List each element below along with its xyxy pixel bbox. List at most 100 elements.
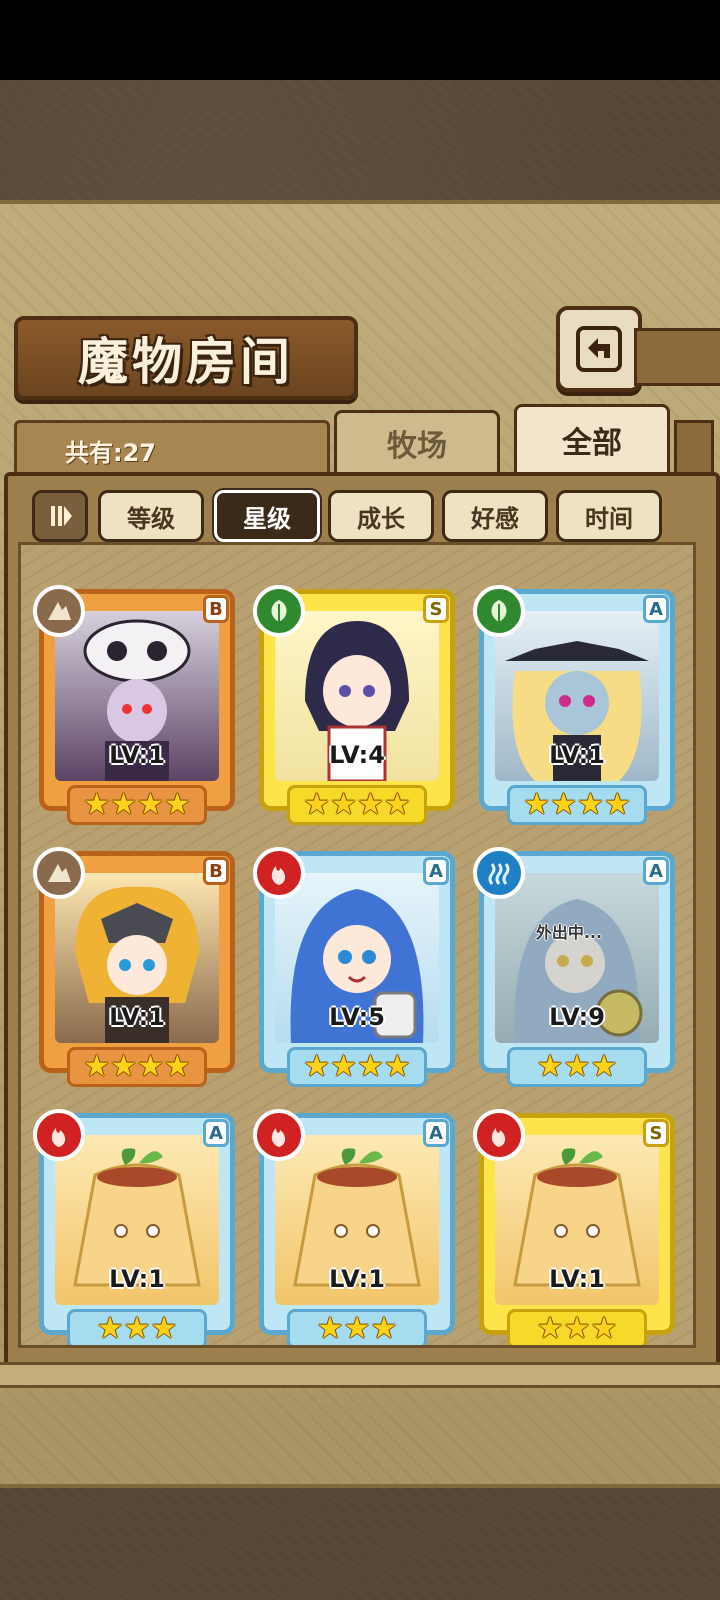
sort-favor-button[interactable]: 好感 (442, 490, 548, 542)
star-icon: ★ (83, 787, 111, 822)
star-icon: ★ (303, 787, 331, 822)
star-icon: ★ (536, 1049, 564, 1084)
star-rating: ★ ★ ★ ★ (507, 785, 647, 825)
rank-badge: A (643, 857, 669, 885)
star-icon: ★ (137, 787, 164, 822)
earth-element-icon (33, 847, 85, 899)
earth-element-icon (33, 585, 85, 637)
monster-card[interactable]: B LV:1 ★ ★ ★ ★ (33, 847, 235, 1087)
star-rating: ★ ★ ★ (287, 1309, 427, 1346)
status-bar (0, 0, 720, 80)
tab-edge (674, 420, 714, 473)
star-rating: ★ ★ ★ (67, 1309, 207, 1346)
star-rating: ★ ★ ★ (507, 1047, 647, 1087)
rank-badge: A (423, 857, 449, 885)
star-icon: ★ (383, 787, 411, 822)
leaf-element-icon (473, 585, 525, 637)
bottom-rail (0, 1362, 720, 1388)
leaf-element-icon (253, 585, 305, 637)
star-icon: ★ (357, 1049, 384, 1084)
star-icon: ★ (110, 787, 137, 822)
star-icon: ★ (137, 1049, 164, 1084)
star-icon: ★ (523, 787, 551, 822)
star-rating: ★ ★ ★ ★ (287, 785, 427, 825)
star-icon: ★ (590, 1049, 618, 1084)
monster-card[interactable]: B LV:1 ★ ★ ★ ★ (33, 585, 235, 825)
monster-card[interactable]: A LV:1 ★ ★ ★ (253, 1109, 455, 1346)
monster-level: LV:5 (329, 1003, 385, 1031)
star-icon: ★ (590, 1311, 618, 1346)
monster-card[interactable]: 外出中... A LV:9 ★ ★ ★ (473, 847, 675, 1087)
monster-level: LV:1 (329, 1265, 385, 1293)
star-icon: ★ (536, 1311, 564, 1346)
back-rail (634, 328, 720, 386)
sort-star-button[interactable]: 星级 (214, 490, 320, 542)
monster-grid: B LV:1 ★ ★ ★ ★ S LV:4 ★ ★ ★ ★ A LV:1 ★ ★… (18, 542, 696, 1348)
star-icon: ★ (96, 1311, 124, 1346)
title-plate: 魔物房间 (14, 316, 358, 400)
monster-card[interactable]: A LV:5 ★ ★ ★ ★ (253, 847, 455, 1087)
rank-badge: S (423, 595, 449, 623)
star-icon: ★ (110, 1049, 137, 1084)
star-icon: ★ (343, 1311, 371, 1346)
star-icon: ★ (563, 1311, 591, 1346)
star-icon: ★ (303, 1049, 331, 1084)
water-element-icon (473, 847, 525, 899)
star-icon: ★ (123, 1311, 151, 1346)
star-rating: ★ ★ ★ (507, 1309, 647, 1346)
back-button[interactable] (556, 306, 642, 392)
star-rating: ★ ★ ★ ★ (287, 1047, 427, 1087)
star-icon: ★ (383, 1049, 411, 1084)
monster-level: LV:4 (329, 741, 385, 769)
monster-level: LV:1 (109, 1265, 165, 1293)
tab-ranch[interactable]: 牧场 (334, 410, 500, 473)
star-icon: ★ (83, 1049, 111, 1084)
sort-bar: 等级 星级 成长 好感 时间 (30, 488, 690, 542)
star-icon: ★ (357, 787, 384, 822)
fire-element-icon (253, 847, 305, 899)
rank-badge: A (643, 595, 669, 623)
tab-all[interactable]: 全部 (514, 404, 670, 473)
fire-element-icon (33, 1109, 85, 1161)
monster-card[interactable]: S LV:1 ★ ★ ★ (473, 1109, 675, 1346)
rank-badge: B (203, 857, 229, 885)
monster-count-plate: 共有:27 (14, 420, 330, 478)
sort-level-button[interactable]: 等级 (98, 490, 204, 542)
star-icon: ★ (563, 1049, 591, 1084)
star-icon: ★ (150, 1311, 178, 1346)
rank-badge: B (203, 595, 229, 623)
tabs-row: 共有:27 牧场 全部 (10, 404, 714, 478)
rank-badge: S (643, 1119, 669, 1147)
star-icon: ★ (577, 787, 604, 822)
rank-badge: A (203, 1119, 229, 1147)
monster-level: LV:9 (549, 1003, 605, 1031)
monster-card[interactable]: S LV:4 ★ ★ ★ ★ (253, 585, 455, 825)
monster-level: LV:1 (109, 741, 165, 769)
star-rating: ★ ★ ★ ★ (67, 785, 207, 825)
star-icon: ★ (316, 1311, 344, 1346)
fire-element-icon (473, 1109, 525, 1161)
monster-level: LV:1 (549, 1265, 605, 1293)
star-icon: ★ (550, 787, 577, 822)
star-icon: ★ (603, 787, 631, 822)
fire-element-icon (253, 1109, 305, 1161)
star-icon: ★ (330, 787, 357, 822)
away-status: 外出中... (535, 923, 603, 942)
star-icon: ★ (163, 1049, 191, 1084)
page-title: 魔物房间 (78, 332, 294, 391)
monster-card[interactable]: A LV:1 ★ ★ ★ ★ (473, 585, 675, 825)
monster-level: LV:1 (549, 741, 605, 769)
rank-badge: A (423, 1119, 449, 1147)
sort-growth-button[interactable]: 成长 (328, 490, 434, 542)
star-rating: ★ ★ ★ ★ (67, 1047, 207, 1087)
monster-count: 共有:27 (65, 439, 156, 467)
star-icon: ★ (370, 1311, 398, 1346)
sort-time-button[interactable]: 时间 (556, 490, 662, 542)
return-arrow-icon (576, 326, 622, 372)
sort-order-toggle[interactable] (32, 490, 88, 542)
monster-level: LV:1 (109, 1003, 165, 1031)
monster-card[interactable]: A LV:1 ★ ★ ★ (33, 1109, 235, 1346)
star-icon: ★ (163, 787, 191, 822)
sort-direction-icon (51, 506, 72, 526)
star-icon: ★ (330, 1049, 357, 1084)
